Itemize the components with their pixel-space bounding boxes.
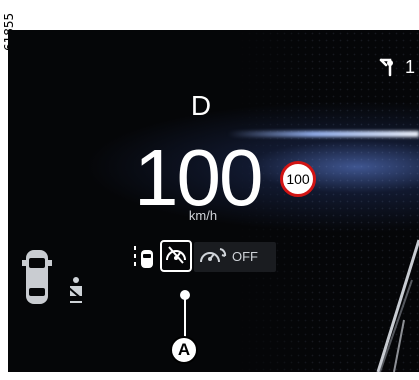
navigation-indicator: 1 xyxy=(378,56,415,78)
speed-unit: km/h xyxy=(188,208,218,223)
speed-readout: 100 xyxy=(134,133,263,222)
speed-limiter-selected xyxy=(160,240,192,272)
cruise-control-panel: OFF xyxy=(194,242,276,272)
figure-frame: 61855 1 D 100 km/h 100 xyxy=(0,0,419,380)
instrument-cluster-display: 1 D 100 km/h 100 OFF A xyxy=(8,30,419,372)
navigation-distance: 1 xyxy=(405,56,416,77)
speed-limit-sign: 100 xyxy=(280,161,316,197)
callout-pointer-line xyxy=(184,294,186,340)
callout-label-a: A xyxy=(170,336,198,364)
lane-car-icon xyxy=(134,246,153,268)
turn-arrow-icon xyxy=(379,59,393,77)
car-top-view-icon xyxy=(22,250,52,304)
speedometer-limit-icon xyxy=(166,246,186,264)
seatbelt-icon xyxy=(68,277,84,303)
gear-indicator: D xyxy=(190,90,212,121)
speedometer-cruise-icon xyxy=(200,248,227,263)
cruise-control-off-label: OFF xyxy=(232,249,258,264)
